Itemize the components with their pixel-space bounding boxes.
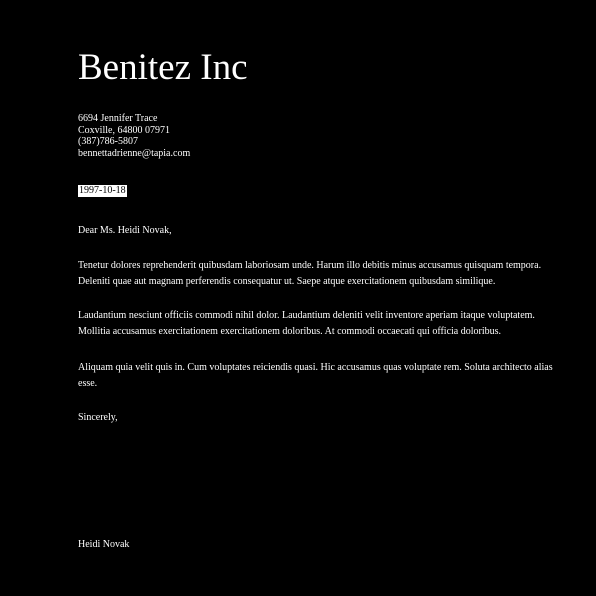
body-paragraph-1: Tenetur dolores reprehenderit quibusdam … (78, 260, 542, 287)
signature-name: Heidi Novak (78, 539, 130, 550)
body-paragraph-2: Laudantium nesciunt officiis commodi nih… (78, 310, 535, 337)
address-line-1: 6694 Jennifer Trace (78, 113, 158, 124)
sender-address-block: 6694 Jennifer Trace Coxville, 64800 0797… (78, 113, 190, 159)
phone-number: (387)786-5807 (78, 136, 138, 147)
email-address: bennettadrienne@tapia.com (78, 147, 191, 159)
closing: Sincerely, (78, 412, 118, 423)
letter-date: 1997-10-18 (78, 185, 127, 197)
salutation: Dear Ms. Heidi Novak, (78, 225, 172, 236)
address-line-2: Coxville, 64800 07971 (78, 124, 170, 136)
body-paragraph-3: Aliquam quia velit quis in. Cum voluptat… (78, 362, 553, 389)
company-name: Benitez Inc (78, 47, 248, 88)
